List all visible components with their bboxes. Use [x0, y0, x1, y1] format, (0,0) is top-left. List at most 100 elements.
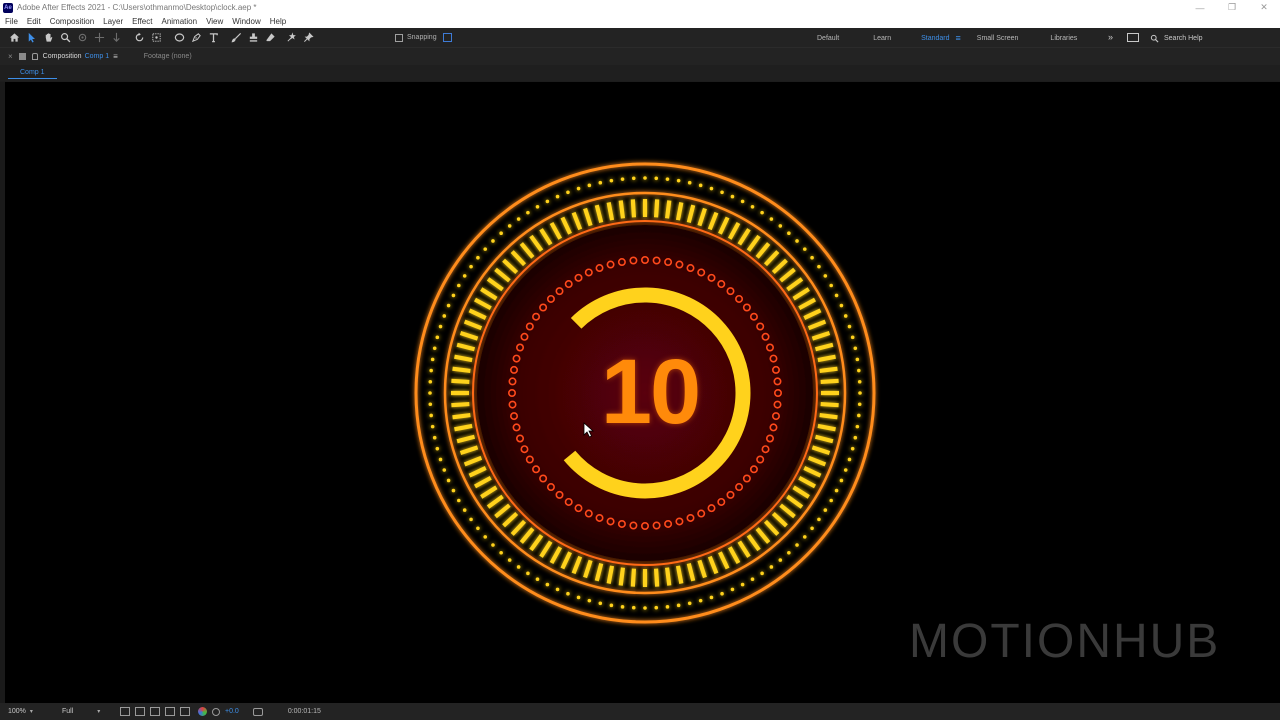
workspace-menu-icon[interactable]: ≡	[956, 33, 961, 43]
tick-segment	[763, 519, 780, 536]
outer-dot	[476, 526, 480, 531]
tick-segment	[594, 204, 604, 224]
outer-dot	[429, 413, 433, 418]
workspace-learn[interactable]: Learn	[873, 35, 891, 42]
tick-segment	[814, 434, 834, 444]
type-tool-icon[interactable]	[205, 30, 222, 46]
outer-dot	[720, 591, 724, 596]
search-help-label: Search Help	[1164, 34, 1203, 42]
exposure-value[interactable]: +0.0	[225, 708, 239, 715]
rotation-tool-icon[interactable]	[131, 30, 148, 46]
more-workspaces-icon[interactable]: »	[1108, 32, 1113, 42]
ellipse-tool-icon[interactable]	[171, 30, 188, 46]
snap-grid-icon[interactable]	[442, 33, 452, 42]
outer-dot	[850, 446, 855, 451]
fast-previews-icon[interactable]	[120, 707, 130, 716]
brush-tool-icon[interactable]	[228, 30, 245, 46]
menu-edit[interactable]: Edit	[27, 17, 41, 26]
tick-segment	[819, 412, 838, 420]
snapping-checkbox[interactable]	[395, 33, 403, 42]
hand-tool-icon[interactable]	[40, 30, 57, 46]
workspace-default[interactable]: Default	[817, 35, 839, 42]
orbit-camera-icon[interactable]	[74, 30, 91, 46]
menu-help[interactable]: Help	[270, 17, 286, 26]
panel-menu-icon[interactable]: ≡	[113, 52, 118, 61]
resolution-dropdown[interactable]: Full ▾	[62, 708, 114, 715]
outer-dot	[847, 457, 852, 462]
outer-dot	[435, 446, 440, 451]
guides-grid-icon[interactable]	[180, 707, 190, 716]
close-window-button[interactable]: ✕	[1248, 0, 1280, 15]
menu-view[interactable]: View	[206, 17, 223, 26]
tick-segment	[529, 534, 544, 552]
tick-segment	[803, 466, 822, 478]
tick-segment	[486, 277, 504, 292]
menu-animation[interactable]: Animation	[161, 17, 197, 26]
outer-dot	[507, 558, 512, 562]
outer-dot	[698, 598, 703, 603]
outer-dot	[545, 582, 550, 587]
mask-visibility-icon[interactable]	[150, 707, 160, 716]
outer-dot	[857, 402, 862, 407]
outer-dot	[609, 178, 614, 183]
tick-segment	[727, 221, 741, 240]
snapshot-camera-icon[interactable]	[252, 707, 263, 716]
snapping-toggle[interactable]: Snapping	[395, 33, 437, 42]
outer-dot	[857, 368, 861, 373]
tick-segment	[494, 503, 511, 519]
roto-brush-tool-icon[interactable]	[283, 30, 300, 46]
workspace-libraries[interactable]: Libraries	[1050, 35, 1077, 42]
channel-color-icon[interactable]	[198, 707, 207, 716]
transparency-grid-icon[interactable]	[135, 707, 145, 716]
close-panel-icon[interactable]: ×	[8, 52, 13, 61]
workspace-standard[interactable]: Standard	[921, 35, 949, 42]
motionhub-watermark: MOTIONHUB	[909, 615, 1221, 668]
exposure-reset-icon[interactable]	[212, 707, 220, 716]
anchor-point-tool-icon[interactable]	[148, 30, 165, 46]
search-help-field[interactable]: Search Help	[1150, 28, 1203, 48]
menu-effect[interactable]: Effect	[132, 17, 152, 26]
lock-icon[interactable]	[31, 53, 38, 60]
tick-segment	[473, 297, 492, 311]
footage-panel-tab[interactable]: Footage (none)	[144, 53, 192, 60]
selection-tool-icon[interactable]	[23, 30, 40, 46]
tick-segment	[454, 354, 473, 363]
eraser-tool-icon[interactable]	[262, 30, 279, 46]
tick-segment	[792, 485, 810, 499]
current-time-display[interactable]: 0:00:01:15	[288, 708, 321, 715]
tick-segment	[459, 445, 479, 455]
puppet-pin-tool-icon[interactable]	[300, 30, 317, 46]
tick-segment	[583, 207, 593, 227]
menu-layer[interactable]: Layer	[103, 17, 123, 26]
menu-window[interactable]: Window	[232, 17, 260, 26]
workspace-small-screen[interactable]: Small Screen	[977, 35, 1019, 42]
magnification-dropdown[interactable]: 100% ▾	[8, 708, 48, 715]
composition-panel-tab[interactable]: Composition Comp 1 ≡	[43, 52, 118, 61]
menu-composition[interactable]: Composition	[50, 17, 94, 26]
minimize-button[interactable]: —	[1184, 0, 1216, 15]
pen-tool-icon[interactable]	[188, 30, 205, 46]
region-of-interest-icon[interactable]	[165, 707, 175, 716]
tick-segment	[807, 319, 827, 331]
comp-1-tab[interactable]: Comp 1	[8, 67, 57, 79]
restore-button[interactable]: ❐	[1216, 0, 1248, 15]
tick-segment	[459, 331, 479, 341]
tick-segment	[814, 342, 834, 352]
zoom-tool-icon[interactable]	[57, 30, 74, 46]
menu-file[interactable]: File	[5, 17, 18, 26]
outer-dot	[438, 324, 443, 329]
outer-dot	[829, 498, 833, 503]
clone-stamp-tool-icon[interactable]	[245, 30, 262, 46]
panel-grip-icon[interactable]	[18, 53, 26, 60]
outer-dot	[457, 283, 461, 288]
outer-dot	[795, 543, 799, 547]
home-icon[interactable]	[6, 30, 23, 46]
tick-segment	[606, 202, 615, 221]
composition-viewer[interactable]: 10 MOTIONHUB	[5, 82, 1280, 703]
dolly-camera-icon[interactable]	[108, 30, 125, 46]
outer-dot	[526, 210, 530, 215]
edit-workspaces-icon[interactable]	[1127, 33, 1139, 42]
pan-camera-icon[interactable]	[91, 30, 108, 46]
tick-segment	[820, 378, 839, 385]
menu-bar: File Edit Composition Layer Effect Anima…	[0, 15, 1280, 28]
